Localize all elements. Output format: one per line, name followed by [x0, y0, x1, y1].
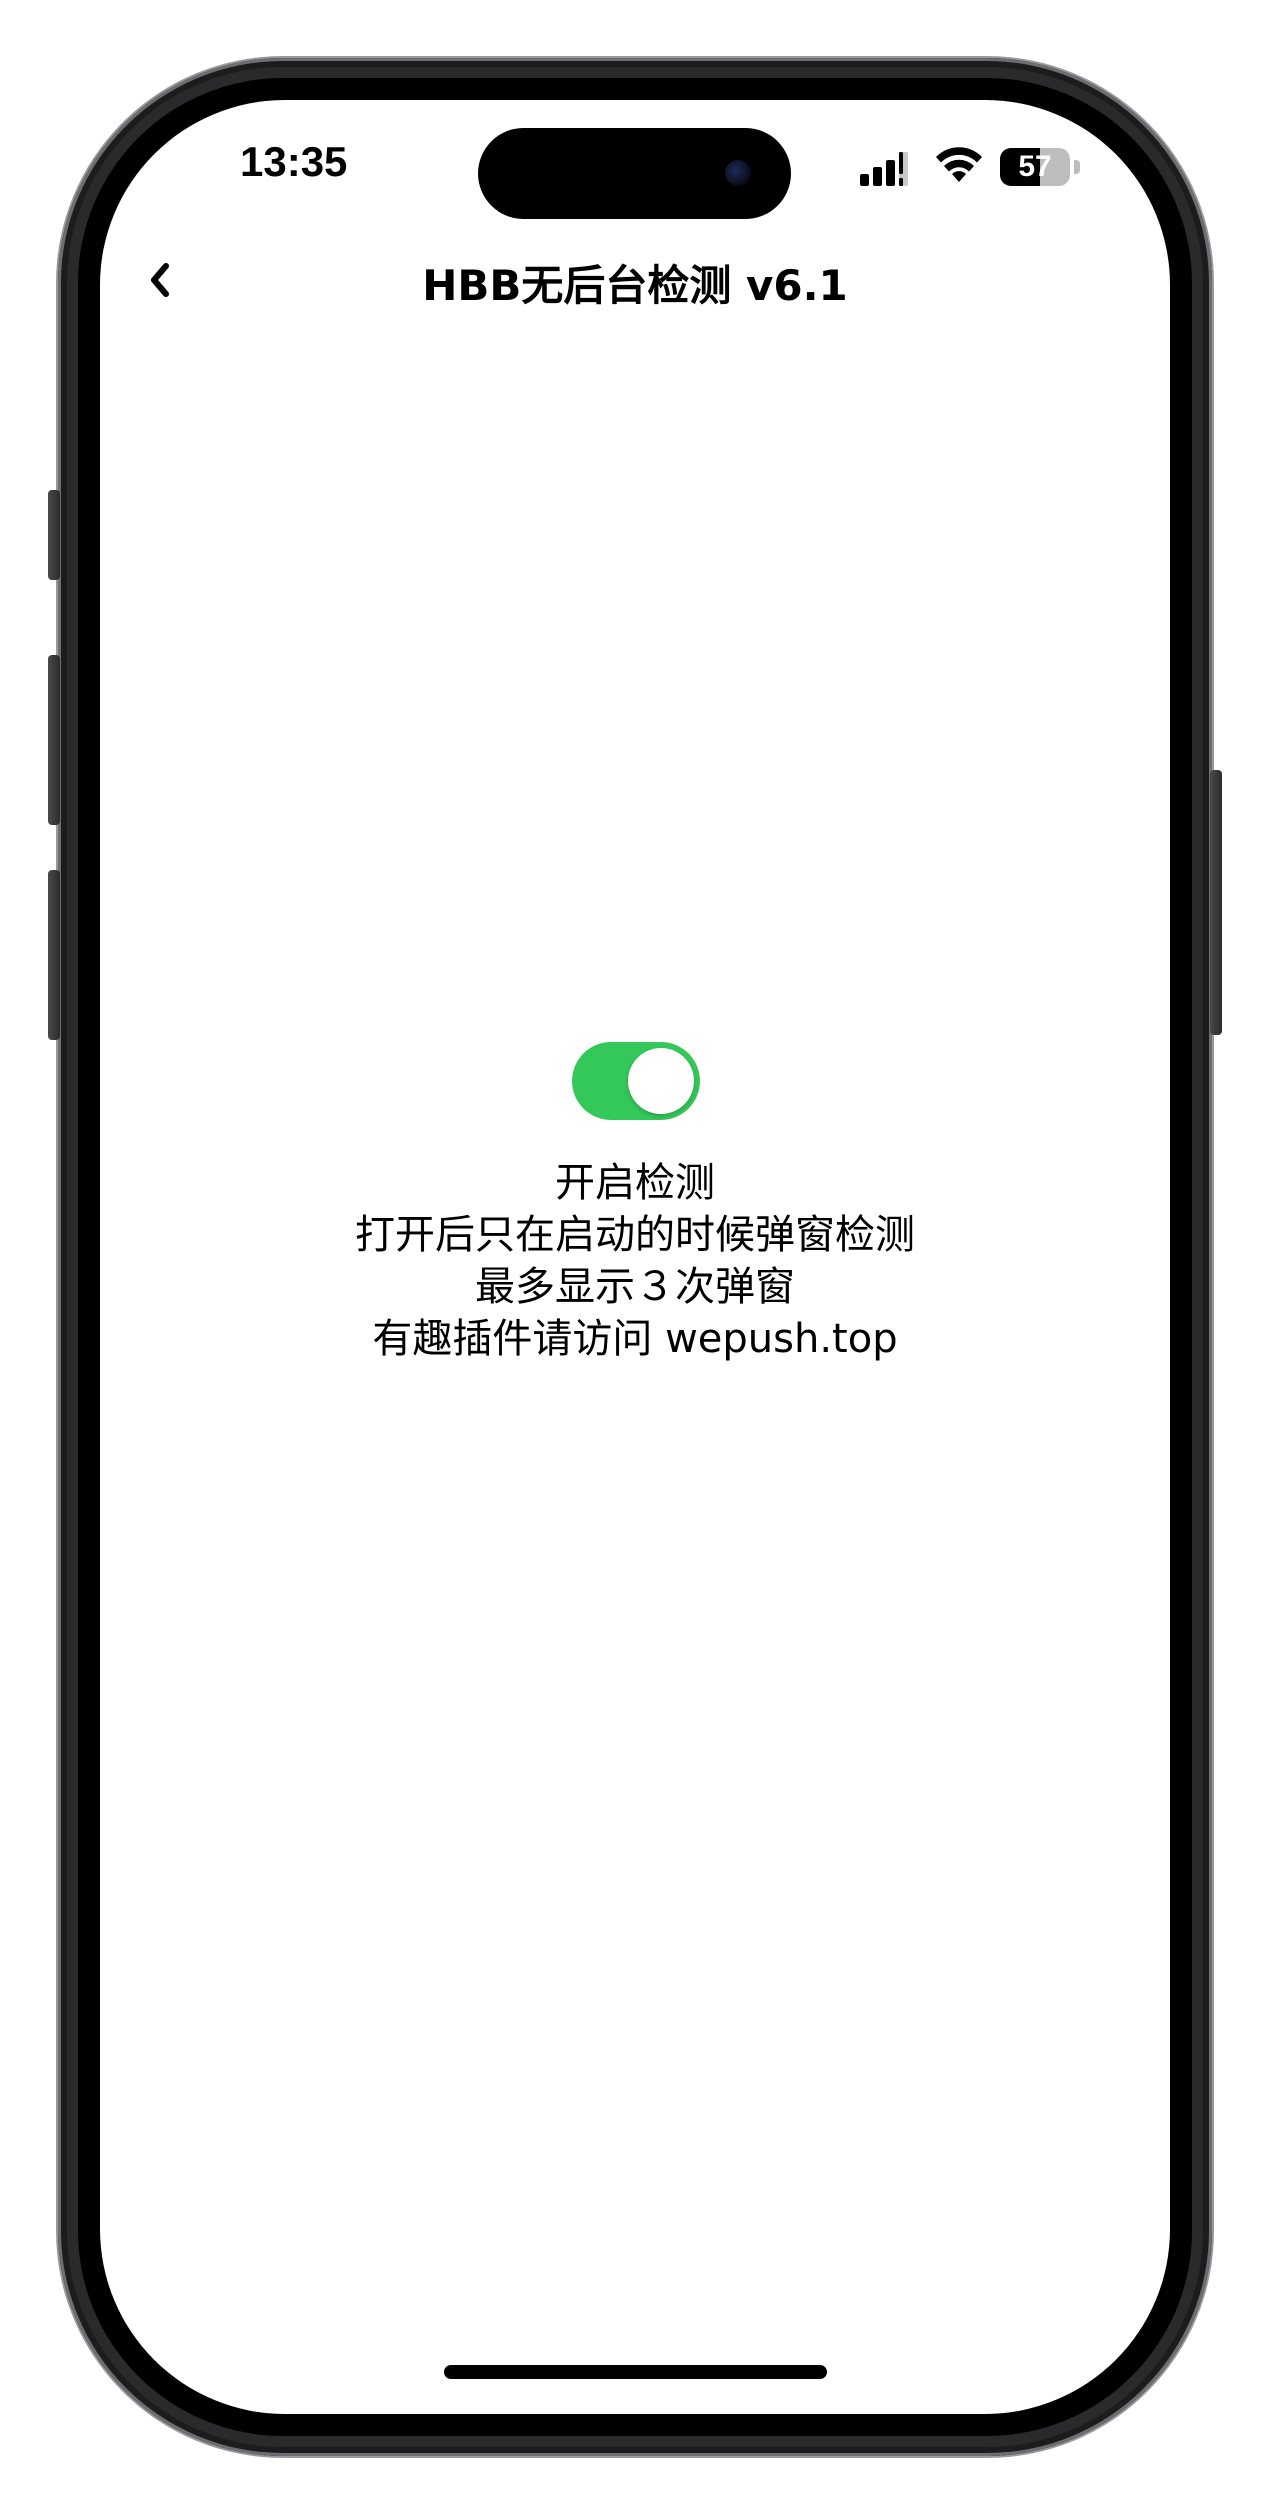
description: 开启检测 打开后只在启动的时候弹窗检测 最多显示３次弹窗 有趣插件请访问 wep…	[100, 1157, 1170, 1365]
front-camera-icon	[725, 160, 751, 186]
dynamic-island	[478, 128, 791, 219]
power-button	[1210, 770, 1222, 1035]
page-title: HBB无后台检测 v6.1	[422, 261, 848, 310]
signal-icon	[860, 152, 908, 186]
toggle-label: 开启检测	[555, 1160, 715, 1206]
battery-tip	[1074, 160, 1080, 174]
battery-level: 57	[1018, 150, 1052, 183]
action-button	[48, 490, 60, 580]
volume-up-button	[48, 655, 60, 825]
toggle-knob	[628, 1048, 694, 1114]
status-time: 13:35	[240, 138, 348, 185]
detection-toggle[interactable]	[572, 1042, 700, 1120]
screen: 13:35 57 HBB无后台检测 v6.1 开启检测 打开后只在启动的时候弹窗…	[100, 100, 1170, 2414]
website-line: 有趣插件请访问 wepush.top	[372, 1316, 898, 1362]
home-indicator[interactable]	[444, 2365, 827, 2379]
battery-icon: 57	[1000, 148, 1082, 186]
volume-down-button	[48, 870, 60, 1040]
description-line: 打开后只在启动的时候弹窗检测	[355, 1212, 915, 1258]
description-line: 最多显示３次弹窗	[475, 1264, 795, 1310]
wifi-icon	[936, 147, 982, 182]
